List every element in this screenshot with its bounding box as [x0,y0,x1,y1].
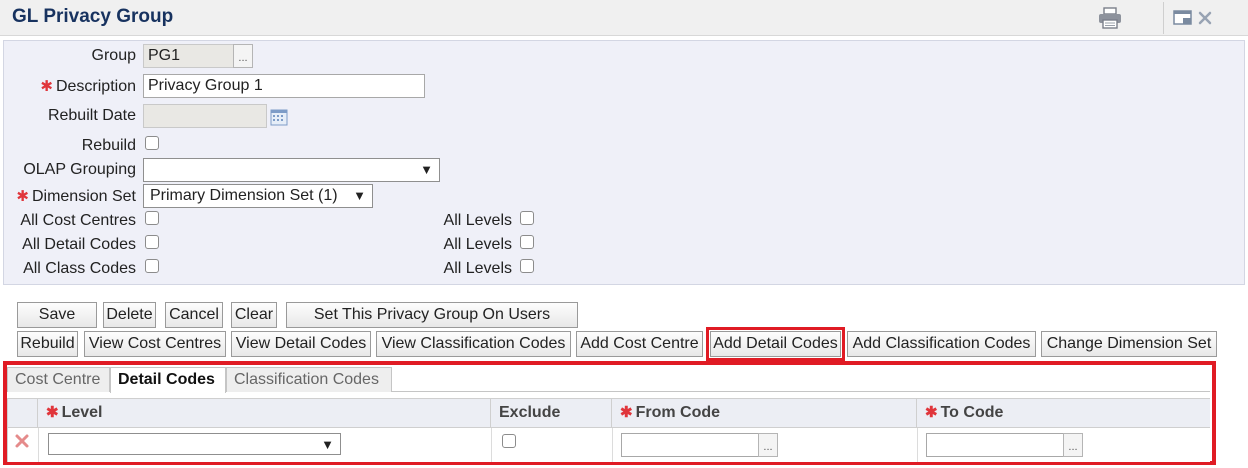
dropdown-arrow-icon: ▼ [420,162,433,177]
all-class-codes-checkbox[interactable] [145,259,159,273]
dimension-set-value: Primary Dimension Set (1) [150,187,338,204]
all-detail-codes-label: All Detail Codes [22,236,136,253]
olap-grouping-select[interactable]: ▼ [143,158,440,182]
tab-classification-codes[interactable]: Classification Codes [226,367,392,392]
window-restore-icon[interactable] [1172,8,1194,28]
tab-cost-centre[interactable]: Cost Centre [7,367,110,392]
column-header-level: ✱ Level [38,399,491,428]
from-code-lookup-button[interactable]: ... [758,433,778,457]
save-button[interactable]: Save [17,302,97,328]
rebuild-checkbox[interactable] [145,136,159,150]
all-cost-centres-checkbox[interactable] [145,211,159,225]
dropdown-arrow-icon: ▼ [353,188,366,203]
to-code-field[interactable] [926,433,1064,457]
printer-icon[interactable] [1097,7,1123,29]
all-levels-label: All Levels [443,260,512,277]
all-levels-class-codes-checkbox[interactable] [520,259,534,273]
dimension-set-label: ✱ Dimension Set [6,187,136,206]
required-icon: ✱ [620,404,633,421]
column-header-to-code: ✱ To Code [917,399,1210,428]
delete-row-icon[interactable] [14,433,30,449]
title-bar: GL Privacy Group [0,0,1248,36]
description-label-text: Description [55,78,136,95]
description-field[interactable]: Privacy Group 1 [143,74,425,98]
clear-button[interactable]: Clear [231,302,277,328]
view-detail-codes-button[interactable]: View Detail Codes [231,331,371,357]
group-label: Group [91,47,136,64]
all-levels-label: All Levels [443,236,512,253]
level-select[interactable]: ▼ [48,433,341,455]
rebuild-button[interactable]: Rebuild [17,331,78,357]
olap-grouping-label: OLAP Grouping [23,161,136,178]
add-cost-centre-button[interactable]: Add Cost Centre [576,331,703,357]
page-title: GL Privacy Group [12,6,174,27]
all-levels-cost-centres-checkbox[interactable] [520,211,534,225]
window-close-icon[interactable] [1198,11,1212,25]
rebuilt-date-label: Rebuilt Date [47,107,136,124]
column-header-level-text: Level [61,404,103,421]
tab-strip: Cost Centre Detail Codes Classification … [7,367,1210,393]
required-icon: ✱ [925,404,938,421]
tab-detail-codes[interactable]: Detail Codes [110,367,226,393]
grid-col-divider [491,428,492,462]
add-detail-codes-button[interactable]: Add Detail Codes [706,327,845,361]
all-cost-centres-label: All Cost Centres [20,212,136,229]
grid-col-divider [612,428,613,462]
dimension-set-select[interactable]: Primary Dimension Set (1) ▼ [143,184,373,208]
add-classification-codes-button[interactable]: Add Classification Codes [847,331,1036,357]
rebuilt-date-field[interactable] [143,104,267,128]
column-header-exclude: Exclude [491,399,612,428]
delete-button[interactable]: Delete [103,302,156,328]
all-levels-detail-codes-checkbox[interactable] [520,235,534,249]
view-classification-codes-button[interactable]: View Classification Codes [376,331,571,357]
all-class-codes-label: All Class Codes [23,260,136,277]
description-label: ✱ Description [30,77,136,96]
dimension-set-label-text: Dimension Set [31,188,136,205]
column-header-to-code-text: To Code [940,404,1004,421]
window-tools [1163,2,1243,34]
grid-col-divider [38,428,39,462]
set-privacy-group-on-users-button[interactable]: Set This Privacy Group On Users [286,302,578,328]
exclude-checkbox[interactable] [502,434,516,448]
to-code-lookup-button[interactable]: ... [1063,433,1083,457]
calendar-icon[interactable] [270,108,288,126]
all-detail-codes-checkbox[interactable] [145,235,159,249]
cancel-button[interactable]: Cancel [165,302,223,328]
from-code-field[interactable] [621,433,759,457]
detail-codes-grid: ✱ Level Exclude ✱ From Code ✱ To Code ▼ ...… [7,398,1210,462]
required-icon: ✱ [40,78,53,95]
column-header-from-code-text: From Code [635,404,721,421]
view-cost-centres-button[interactable]: View Cost Centres [84,331,226,357]
dropdown-arrow-icon: ▼ [321,437,334,452]
required-icon: ✱ [46,404,59,421]
group-lookup-button[interactable]: ... [233,44,253,68]
column-header-from-code: ✱ From Code [612,399,917,428]
required-icon: ✱ [16,188,29,205]
all-levels-label: All Levels [443,212,512,229]
rebuild-label: Rebuild [81,137,136,154]
change-dimension-set-button[interactable]: Change Dimension Set [1041,331,1217,357]
group-field[interactable]: PG1 [143,44,234,68]
grid-col-divider [917,428,918,462]
grid-header-corner [8,399,38,428]
